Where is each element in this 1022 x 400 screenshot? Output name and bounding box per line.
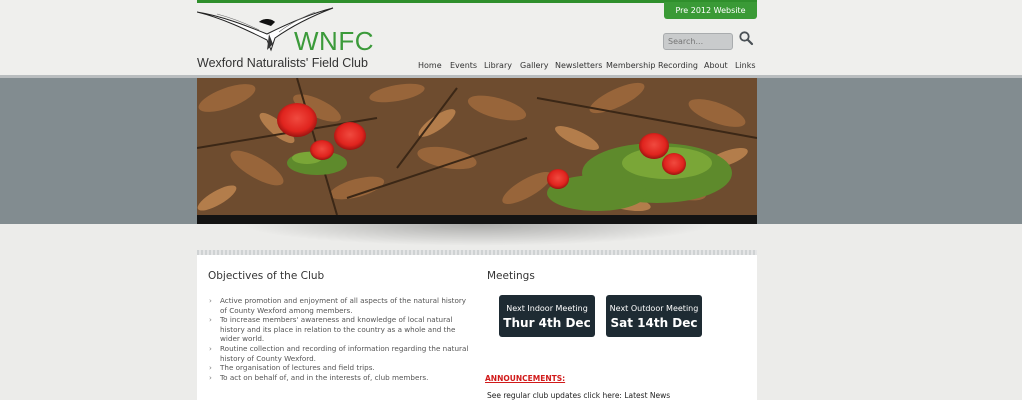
- search-icon[interactable]: [738, 30, 754, 46]
- nav-events[interactable]: Events: [450, 61, 477, 70]
- indoor-meeting-label: Next Indoor Meeting: [506, 304, 588, 313]
- nav-library[interactable]: Library: [484, 61, 512, 70]
- banner-image: [197, 78, 757, 215]
- objectives-heading: Objectives of the Club: [208, 270, 325, 282]
- nav-gallery[interactable]: Gallery: [520, 61, 549, 70]
- search-input[interactable]: [663, 33, 733, 50]
- banner-caption-bar: [197, 215, 757, 224]
- meetings-heading: Meetings: [487, 270, 535, 282]
- nav-recording[interactable]: Recording: [658, 61, 698, 70]
- next-outdoor-meeting-button[interactable]: Next Outdoor Meeting Sat 14th Dec: [606, 295, 702, 337]
- main-nav: Home Events Library Gallery Newsletters …: [0, 61, 1022, 73]
- scarlet-elf-cup-fungi-photo: [197, 78, 757, 215]
- latest-news-link[interactable]: See regular club updates click here: Lat…: [487, 391, 670, 400]
- list-item: To increase members' awareness and knowl…: [209, 315, 471, 344]
- list-item: The organisation of lectures and field t…: [209, 363, 471, 373]
- outdoor-meeting-date: Sat 14th Dec: [610, 316, 698, 330]
- banner-shadow: [240, 224, 714, 246]
- outdoor-meeting-label: Next Outdoor Meeting: [609, 304, 699, 313]
- nav-about[interactable]: About: [704, 61, 728, 70]
- logo-abbreviation: WNFC: [294, 26, 374, 56]
- nav-membership[interactable]: Membership: [606, 61, 655, 70]
- list-item: Routine collection and recording of info…: [209, 344, 471, 363]
- nav-links[interactable]: Links: [735, 61, 756, 70]
- nav-home[interactable]: Home: [418, 61, 442, 70]
- next-indoor-meeting-button[interactable]: Next Indoor Meeting Thur 4th Dec: [499, 295, 595, 337]
- indoor-meeting-date: Thur 4th Dec: [503, 316, 591, 330]
- announcements-label: ANNOUNCEMENTS:: [485, 374, 566, 383]
- list-item: Active promotion and enjoyment of all as…: [209, 296, 471, 315]
- list-item: To act on behalf of, and in the interest…: [209, 373, 471, 383]
- pre-2012-website-button[interactable]: Pre 2012 Website: [664, 2, 757, 19]
- objectives-list: Active promotion and enjoyment of all as…: [209, 296, 471, 382]
- nav-newsletters[interactable]: Newsletters: [555, 61, 602, 70]
